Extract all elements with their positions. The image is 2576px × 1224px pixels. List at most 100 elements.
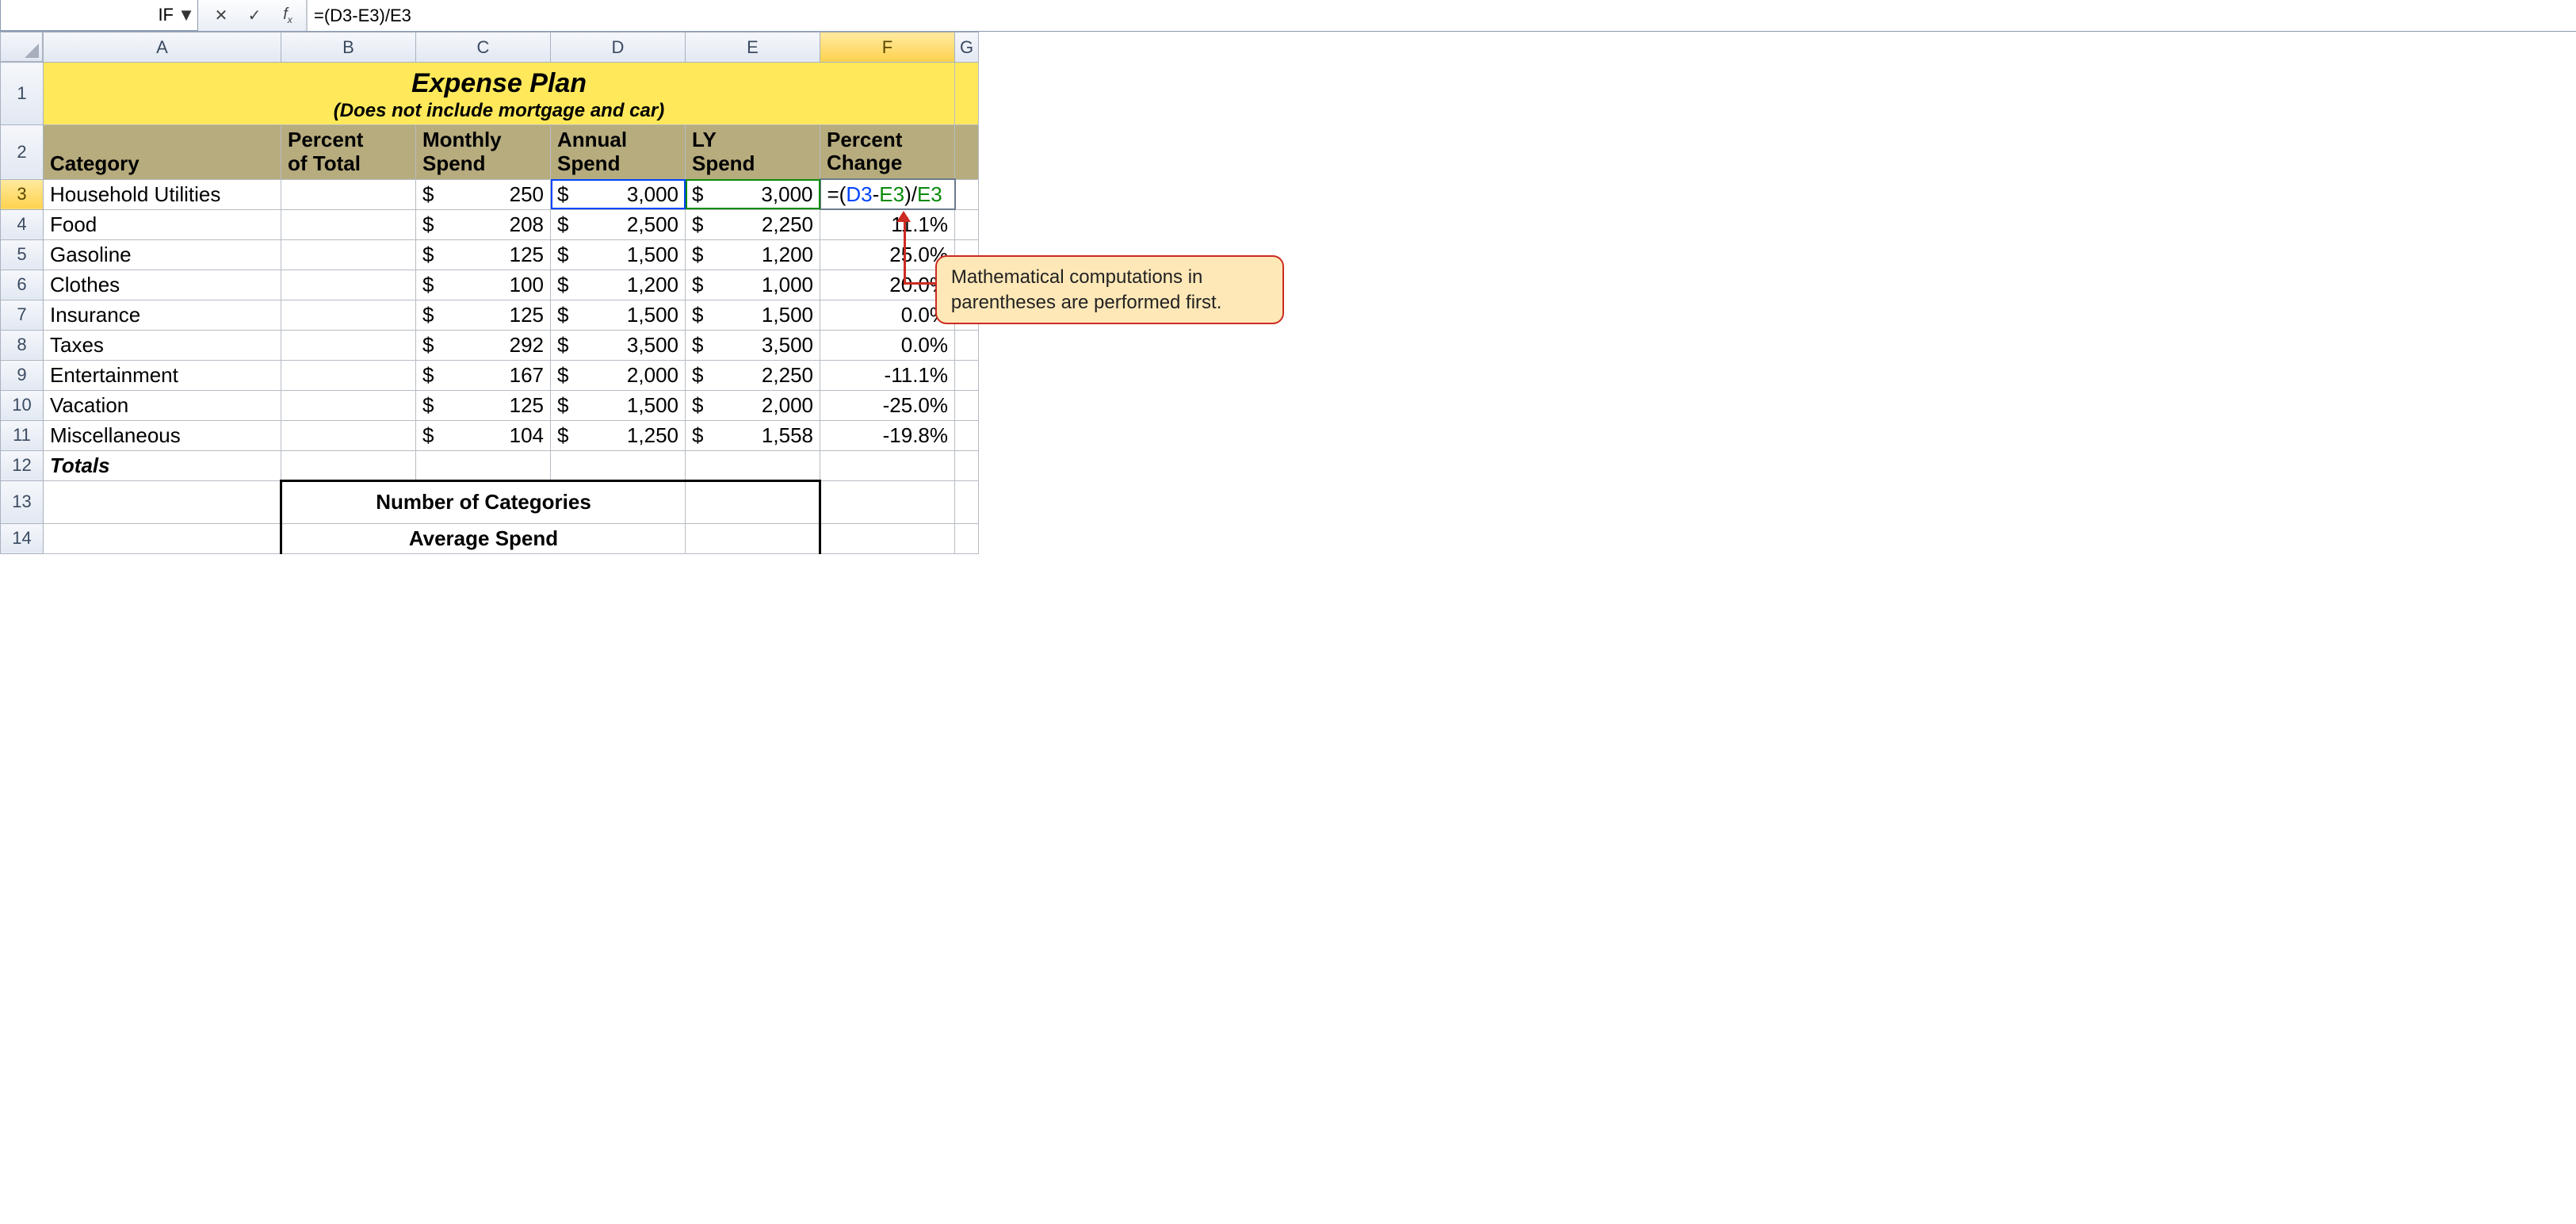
cell[interactable]: [955, 480, 979, 523]
cell[interactable]: [820, 480, 955, 523]
section-number-of-categories[interactable]: Number of Categories: [281, 480, 686, 523]
cell[interactable]: $1,500: [551, 239, 686, 270]
cell[interactable]: $1,000: [686, 270, 820, 300]
row-header-14[interactable]: 14: [1, 523, 44, 553]
category-cell[interactable]: Clothes: [44, 270, 281, 300]
cell[interactable]: [281, 360, 416, 390]
cell[interactable]: $3,500: [686, 330, 820, 360]
cell[interactable]: [955, 523, 979, 553]
row-header-3[interactable]: 3: [1, 179, 44, 209]
cell[interactable]: $208: [416, 209, 551, 239]
row-header-4[interactable]: 4: [1, 209, 44, 239]
category-cell[interactable]: Household Utilities: [44, 179, 281, 209]
cell[interactable]: [686, 523, 820, 553]
row-header-8[interactable]: 8: [1, 330, 44, 360]
cell[interactable]: Expense Plan(Does not include mortgage a…: [44, 63, 955, 125]
cell[interactable]: [955, 450, 979, 480]
row-header-12[interactable]: 12: [1, 450, 44, 480]
cell[interactable]: $1,250: [551, 420, 686, 450]
row-header-9[interactable]: 9: [1, 360, 44, 390]
cell[interactable]: [281, 390, 416, 420]
row-header-1[interactable]: 1: [1, 63, 44, 125]
cell[interactable]: [44, 523, 281, 553]
cell[interactable]: 25.0%: [820, 239, 955, 270]
category-cell[interactable]: Entertainment: [44, 360, 281, 390]
cell[interactable]: $1,500: [551, 300, 686, 330]
cell[interactable]: $3,000: [551, 179, 686, 209]
active-edit-cell[interactable]: =(D3-E3)/E3: [820, 179, 955, 209]
cell[interactable]: [551, 450, 686, 480]
cell[interactable]: $3,500: [551, 330, 686, 360]
cell[interactable]: $2,250: [686, 360, 820, 390]
cell[interactable]: Percentof Total: [281, 124, 416, 179]
cell[interactable]: 0.0%: [820, 330, 955, 360]
cell[interactable]: $3,000: [686, 179, 820, 209]
cell[interactable]: $100: [416, 270, 551, 300]
cell[interactable]: [686, 480, 820, 523]
cell[interactable]: $2,000: [686, 390, 820, 420]
cancel-button[interactable]: ✕: [211, 6, 231, 25]
cell[interactable]: [955, 63, 979, 125]
cell[interactable]: [281, 209, 416, 239]
cell[interactable]: $125: [416, 300, 551, 330]
row-header-7[interactable]: 7: [1, 300, 44, 330]
row-header-5[interactable]: 5: [1, 239, 44, 270]
column-header-G[interactable]: G: [955, 33, 979, 63]
row-header-6[interactable]: 6: [1, 270, 44, 300]
column-header-B[interactable]: B: [281, 33, 416, 63]
column-header-F[interactable]: F: [820, 33, 955, 63]
category-cell[interactable]: Gasoline: [44, 239, 281, 270]
cell[interactable]: [955, 179, 979, 209]
cell[interactable]: [281, 300, 416, 330]
row-header-10[interactable]: 10: [1, 390, 44, 420]
category-cell[interactable]: Taxes: [44, 330, 281, 360]
cell[interactable]: $2,000: [551, 360, 686, 390]
category-cell[interactable]: Food: [44, 209, 281, 239]
cell[interactable]: $125: [416, 390, 551, 420]
column-header-C[interactable]: C: [416, 33, 551, 63]
cell[interactable]: PercentChange: [820, 124, 955, 179]
formula-input[interactable]: =(D3-E3)/E3: [307, 0, 2576, 31]
insert-function-button[interactable]: fx: [277, 6, 298, 25]
cell[interactable]: LYSpend: [686, 124, 820, 179]
name-box-dropdown-icon[interactable]: ▼: [178, 5, 194, 25]
category-cell[interactable]: Miscellaneous: [44, 420, 281, 450]
cell[interactable]: [955, 330, 979, 360]
cell[interactable]: -11.1%: [820, 360, 955, 390]
row-header-2[interactable]: 2: [1, 124, 44, 179]
cell[interactable]: $125: [416, 239, 551, 270]
cell[interactable]: [281, 450, 416, 480]
row-header-13[interactable]: 13: [1, 480, 44, 523]
cell[interactable]: [955, 124, 979, 179]
cell[interactable]: [416, 450, 551, 480]
column-header-A[interactable]: A: [44, 33, 281, 63]
cell[interactable]: [820, 450, 955, 480]
cell[interactable]: AnnualSpend: [551, 124, 686, 179]
cell[interactable]: [820, 523, 955, 553]
totals-label[interactable]: Totals: [44, 450, 281, 480]
grid[interactable]: ABCDEFG 1Expense Plan(Does not include mo…: [0, 32, 979, 554]
cell[interactable]: Category: [44, 124, 281, 179]
cell[interactable]: $2,500: [551, 209, 686, 239]
cell[interactable]: 11.1%: [820, 209, 955, 239]
cell[interactable]: [281, 179, 416, 209]
cell[interactable]: -25.0%: [820, 390, 955, 420]
cell[interactable]: MonthlySpend: [416, 124, 551, 179]
cell[interactable]: -19.8%: [820, 420, 955, 450]
cell[interactable]: $167: [416, 360, 551, 390]
cell[interactable]: $1,500: [551, 390, 686, 420]
cell[interactable]: [686, 450, 820, 480]
cell[interactable]: [955, 360, 979, 390]
name-box[interactable]: IF ▼: [0, 0, 198, 31]
cell[interactable]: $1,200: [686, 239, 820, 270]
cell[interactable]: $292: [416, 330, 551, 360]
column-header-D[interactable]: D: [551, 33, 686, 63]
select-all-corner[interactable]: [0, 32, 43, 62]
cell[interactable]: [44, 480, 281, 523]
row-header-11[interactable]: 11: [1, 420, 44, 450]
cell[interactable]: [281, 239, 416, 270]
category-cell[interactable]: Insurance: [44, 300, 281, 330]
column-header-E[interactable]: E: [686, 33, 820, 63]
cell[interactable]: $2,250: [686, 209, 820, 239]
cell[interactable]: $250: [416, 179, 551, 209]
